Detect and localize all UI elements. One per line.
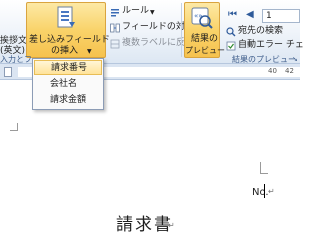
find-recipient-button[interactable]: 宛先の検索 [226,26,300,38]
ruler-mark-42: 42 [285,67,294,75]
update-labels-icon [110,39,120,49]
chevron-down-icon: ▼ [87,48,92,55]
find-recipient-icon [226,27,236,37]
rules-label: ルール [122,6,150,16]
dropdown-item-label: 請求番号 [51,63,88,73]
indent-marker-icon[interactable] [4,67,12,77]
margin-corner-mark [10,123,18,131]
margin-corner-mark [260,162,268,174]
insert-merge-field-icon [57,6,75,28]
ruler-mark-40: 40 [268,67,277,75]
insert-merge-field-label-2: の挿入 [51,46,79,56]
preview-results-button[interactable]: «» 結果の プレビュー [184,2,225,58]
dropdown-item-company-name[interactable]: 会社名 [34,77,102,92]
find-recipient-label: 宛先の検索 [238,26,284,36]
number-label: No. [252,187,269,198]
dropdown-item-label: 請求金額 [50,95,87,105]
match-fields-icon [110,23,120,33]
chevron-down-icon: ▼ [150,9,155,16]
rules-icon [111,9,119,17]
record-number-input[interactable]: 1 [262,9,300,23]
preview-results-label-2: プレビュー [185,46,225,55]
dropdown-item-invoice-number[interactable]: 請求番号 [34,60,102,75]
document-title: 請求書 [116,215,173,235]
auto-check-errors-label: 自動エラー チェ [238,40,304,50]
group-separator [181,3,182,57]
text-cursor [264,184,265,198]
dropdown-item-invoice-amount[interactable]: 請求金額 [34,93,102,108]
dropdown-item-label: 会社名 [50,79,78,89]
paragraph-mark-icon: ↵ [268,187,275,196]
greeting-line-button[interactable]: 挨拶文 (英文) [0,2,27,56]
update-labels-button[interactable]: 複数ラベルに反映 [110,38,194,50]
ribbon: 挨拶文 (英文) 差し込みフィールド の挿入 ▼ ルール ▼ フィールドの対応 … [0,0,304,64]
record-number-value: 1 [266,11,272,21]
rules-button[interactable]: ルール ▼ [110,6,170,18]
check-errors-icon [226,41,236,51]
insert-merge-field-button[interactable]: 差し込みフィールド の挿入 ▼ [26,2,110,58]
merge-field-dropdown: 請求番号 会社名 請求金額 [32,58,104,110]
match-fields-button[interactable]: フィールドの対応 [110,22,194,34]
insert-merge-field-label-1: 差し込みフィールド [29,35,110,45]
auto-check-errors-button[interactable]: 自動エラー チェ [226,40,304,52]
previous-record-icon[interactable]: ◀ [246,9,254,20]
paragraph-mark-icon: ↵ [168,221,175,230]
preview-results-label-1: 結果の [191,34,219,44]
group-dialog-launcher-icon[interactable]: ↘ [292,55,298,63]
preview-results-icon: «» [191,7,213,29]
first-record-icon[interactable]: ⏮ [228,9,237,20]
